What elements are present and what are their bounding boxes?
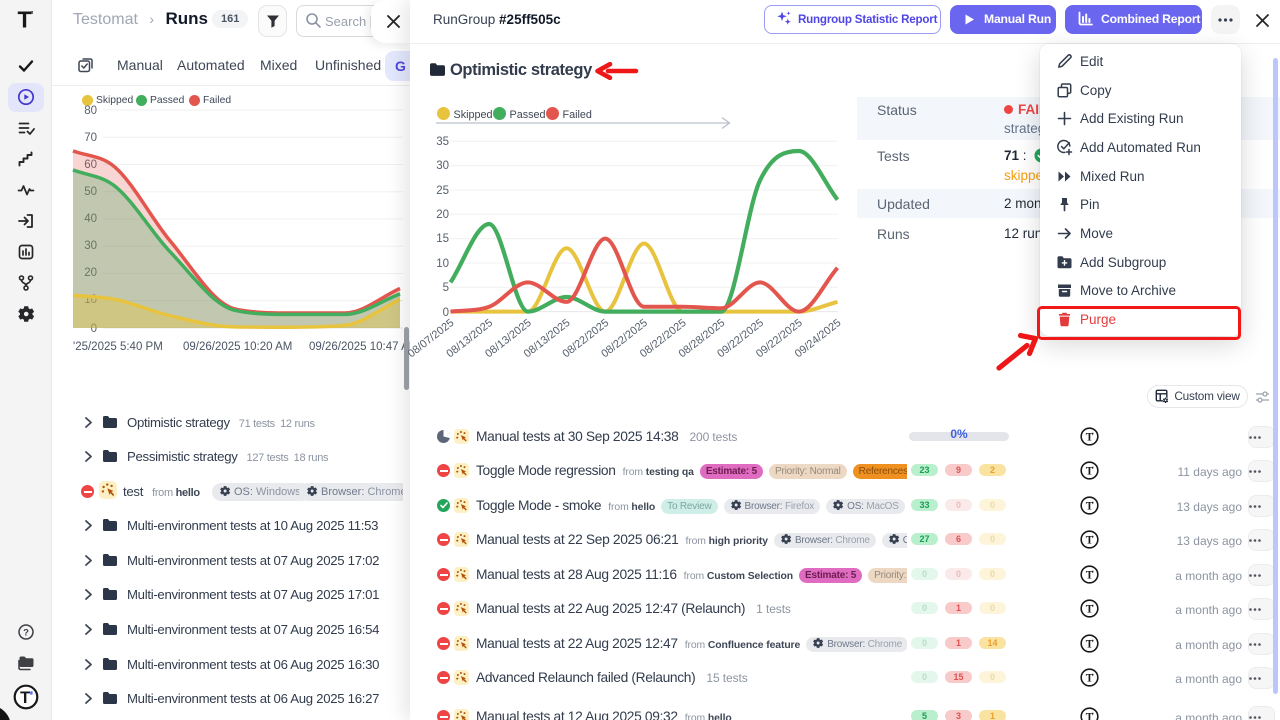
svg-text:09/26/2025 10:47 AM: 09/26/2025 10:47 AM <box>309 341 418 353</box>
svg-text:5: 5 <box>443 282 449 294</box>
svg-text:10: 10 <box>436 258 449 270</box>
svg-text:25: 25 <box>436 185 449 197</box>
svg-text:30: 30 <box>436 160 449 172</box>
svg-text:09/26/2025 10:20 AM: 09/26/2025 10:20 AM <box>183 341 292 353</box>
svg-text:35: 35 <box>436 136 449 148</box>
svg-text:15: 15 <box>436 233 449 245</box>
svg-text:?: ? <box>23 628 29 639</box>
svg-text:20: 20 <box>436 209 449 221</box>
svg-text:80: 80 <box>84 105 97 117</box>
svg-text:'25/2025 5:40 PM: '25/2025 5:40 PM <box>73 341 163 353</box>
svg-text:70: 70 <box>84 132 97 144</box>
svg-text:T: T <box>20 689 30 707</box>
